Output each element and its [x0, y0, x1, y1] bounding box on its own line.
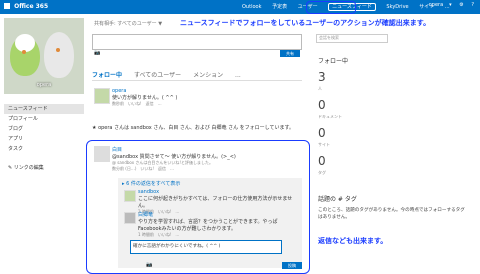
bird-photo-right	[44, 32, 74, 78]
list-item: 白目 @sandbox 質問させて～ 使い方が解りません。(>_<) @ san…	[112, 146, 302, 172]
avatar[interactable]	[124, 190, 136, 202]
trending-tags-desc: このところ、話題のタグがありません。今の時点ではフォローするタグはありません。	[318, 208, 465, 220]
reply-input[interactable]: 確かに言語がわかりにくいですね。( ^^ )	[130, 240, 282, 254]
show-all-replies[interactable]: ▸ 6 件の返信をすべて表示	[122, 180, 180, 187]
tab-following[interactable]: フォロー中	[92, 72, 122, 79]
top-bar: Office 365 Outlook 予定表 ユーザー ニュースフィード Sky…	[0, 0, 480, 14]
profile-name: opera	[36, 82, 52, 88]
nav-outlook[interactable]: Outlook	[242, 4, 261, 10]
top-right-controls: opera ▾ ⚙ ?	[423, 2, 474, 8]
reply-text: やり方を学習すれば、言語？をつかうことができます。やっぱFacebookみたいの…	[138, 219, 278, 232]
post-text: @sandbox 質問させて～ 使い方が解りません。(>_<)	[112, 154, 236, 160]
search-input[interactable]: 会話を検索	[316, 34, 388, 43]
follow-activity: ★ opera さんは sandbox さん、白目 さん、および 白郷竜 さん …	[92, 125, 295, 131]
share-button[interactable]: 共有	[280, 50, 300, 57]
user-menu[interactable]: opera	[429, 2, 443, 8]
avatar[interactable]	[94, 146, 110, 162]
office-logo-icon	[4, 3, 10, 9]
avatar[interactable]	[94, 88, 110, 104]
bird-photo-left	[10, 34, 40, 76]
reply-meta[interactable]: 1 時間前 いいね! …	[138, 232, 298, 238]
sidebar-item-blog[interactable]: ブログ	[4, 124, 84, 134]
brand-label: Office 365	[14, 3, 49, 10]
post-meta[interactable]: 数分前 (日…) いいね! 返信 …	[112, 166, 302, 172]
trending-tags-title: 話題の # タグ	[318, 196, 357, 203]
reply-button[interactable]: 投稿	[282, 262, 302, 269]
post-author[interactable]: 白目	[112, 146, 302, 153]
annotation-top: ニュースフィードでフォローをしているユーザーのアクションが確認出来ます。	[180, 19, 431, 27]
post-input[interactable]	[92, 34, 302, 50]
stat-sites-label: サイト	[318, 142, 330, 147]
stat-people-label: 人	[318, 86, 322, 91]
office365-logo[interactable]: Office 365	[4, 3, 48, 10]
tab-everyone[interactable]: すべてのユーザー	[134, 72, 181, 79]
post-text: 使い方が解りません。( ^^ )	[112, 95, 178, 101]
nav-calendar[interactable]: 予定表	[272, 4, 287, 10]
highlight-newsfeed	[306, 1, 356, 14]
camera-icon[interactable]: 📷	[146, 262, 152, 268]
list-item: 白郷竜 やり方を学習すれば、言語？をつかうことができます。やっぱFacebook…	[138, 211, 298, 238]
feed-tabs: フォロー中 すべてのユーザー メンション ...	[92, 70, 251, 79]
post-meta[interactable]: 数秒前 いいね! 返信 …	[112, 101, 177, 107]
tab-divider	[92, 80, 302, 81]
chevron-down-icon[interactable]: ▾	[449, 2, 452, 8]
stat-tags-label: タグ	[318, 170, 326, 175]
stat-tags-count[interactable]: 0	[318, 154, 326, 168]
reply-text: ここに何が起きがちかすべては、フォローの仕方使用方法が示せません。	[138, 196, 293, 209]
reply-author[interactable]: 白郷竜	[138, 211, 298, 218]
camera-icon[interactable]: 📷	[94, 50, 100, 56]
stat-sites-count[interactable]: 0	[318, 126, 326, 140]
side-nav: ニュースフィード プロフィール ブログ アプリ タスク	[4, 104, 84, 154]
list-item: opera 使い方が解りません。( ^^ ) 数秒前 いいね! 返信 …	[112, 88, 177, 107]
gear-icon[interactable]: ⚙	[459, 2, 463, 8]
question-icon[interactable]: ?	[471, 2, 474, 8]
following-title: フォロー中	[318, 58, 349, 65]
sidebar-item-tasks[interactable]: タスク	[4, 144, 84, 154]
stat-documents-count[interactable]: 0	[318, 98, 326, 112]
annotation-bottom: 返信なども出来ます。	[318, 237, 388, 245]
avatar[interactable]	[124, 212, 136, 224]
share-with-label[interactable]: 共有相手: すべてのユーザー ▼	[94, 20, 162, 27]
stat-people-count[interactable]: 3	[318, 70, 326, 84]
tab-more[interactable]: ...	[235, 72, 241, 79]
edit-links[interactable]: ✎ リンクの編集	[8, 164, 44, 171]
nav-skydrive[interactable]: SkyDrive	[386, 4, 408, 10]
sidebar-item-apps[interactable]: アプリ	[4, 134, 84, 144]
stat-documents-label: ドキュメント	[318, 114, 342, 119]
tab-mentions[interactable]: メンション	[193, 72, 223, 79]
sidebar-item-newsfeed[interactable]: ニュースフィード	[4, 104, 84, 114]
sidebar-item-profile[interactable]: プロフィール	[4, 114, 84, 124]
pencil-icon: ✎	[8, 165, 13, 171]
